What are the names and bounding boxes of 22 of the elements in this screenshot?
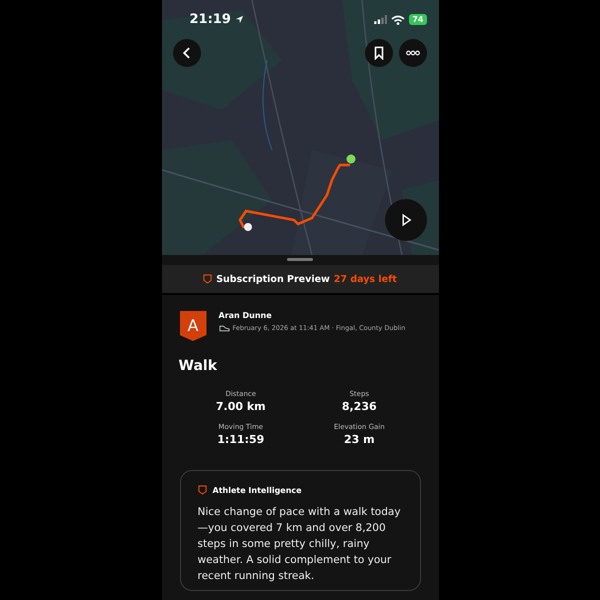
battery-indicator: 74 <box>409 14 426 25</box>
athlete-name: Aran Dunne <box>218 311 273 320</box>
wifi-icon <box>391 14 406 24</box>
days-left-text: 27 days left <box>334 274 397 284</box>
bookmark-icon <box>372 46 386 60</box>
shield-icon <box>198 485 206 495</box>
location-arrow-icon <box>234 15 244 24</box>
shoe-icon <box>218 324 230 332</box>
stat-value: 7.00 km <box>216 400 266 413</box>
signal-icon <box>374 15 388 24</box>
stat-value: 1:11:59 <box>217 433 264 446</box>
stat-value: 8,236 <box>342 400 377 413</box>
shield-icon <box>203 274 212 284</box>
insight-text: Nice change of pace with a walk today—you covered 7 km and over 8,200 steps in some pretty chilly, rainy weather. A solid complement to your recent running streak. <box>198 505 402 584</box>
more-icon <box>406 50 420 56</box>
subscription-label: Subscription Preview <box>216 274 330 284</box>
drag-handle[interactable] <box>287 258 313 261</box>
activity-title: Walk <box>178 357 218 374</box>
stat-value: 23 m <box>344 433 375 446</box>
status-time: 21:19 <box>190 12 231 27</box>
avatar-badge: A <box>180 311 206 341</box>
insight-title: Athlete Intelligence <box>212 486 302 494</box>
